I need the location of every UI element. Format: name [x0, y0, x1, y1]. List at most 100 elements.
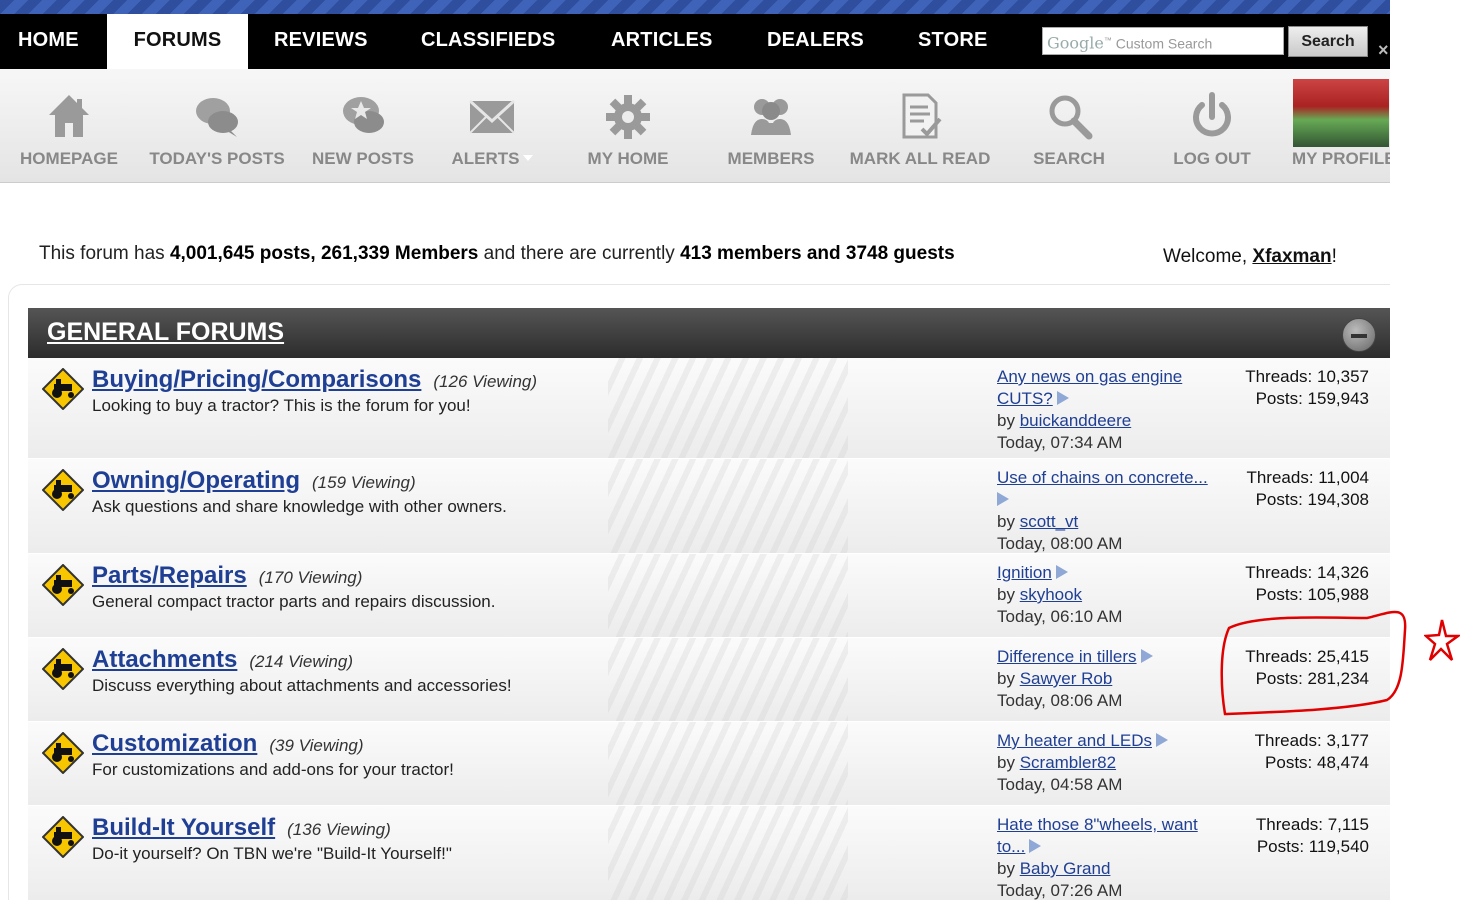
forum-title[interactable]: Parts/Repairs (170 Viewing): [92, 562, 362, 590]
chevron-down-icon: [522, 155, 533, 161]
tab-store[interactable]: STORE: [918, 14, 988, 69]
toolbar-todays-posts[interactable]: TODAY'S POSTS: [146, 69, 288, 183]
go-to-post-icon[interactable]: [997, 492, 1009, 506]
toolbar-mark-all-read[interactable]: MARK ALL READ: [846, 69, 994, 183]
toolbar-members[interactable]: MEMBERS: [720, 69, 822, 183]
toolbar-my-profile[interactable]: MY PROFILE: [1290, 69, 1390, 183]
forum-title-text[interactable]: Buying/Pricing/Comparisons: [92, 366, 421, 393]
last-post-link[interactable]: Any news on gas engine CUTS?: [997, 367, 1182, 408]
forum-title-text[interactable]: Customization: [92, 730, 257, 757]
section-header: GENERAL FORUMS: [28, 308, 1390, 358]
by-label: by: [997, 753, 1020, 772]
last-post-link[interactable]: Ignition: [997, 563, 1052, 582]
welcome-message: Welcome, Xfaxman!: [1163, 246, 1337, 268]
last-post-user[interactable]: skyhook: [1020, 585, 1082, 604]
tab-classifieds[interactable]: CLASSIFIEDS: [421, 14, 555, 69]
forum-title-text[interactable]: Attachments: [92, 646, 237, 673]
last-post-link[interactable]: Hate those 8"wheels, want to...: [997, 815, 1198, 856]
forum-title[interactable]: Build-It Yourself (136 Viewing): [92, 814, 391, 842]
toolbar-label: MARK ALL READ: [849, 149, 991, 168]
thread-count: Threads: 14,326: [1245, 563, 1369, 582]
tab-forums[interactable]: FORUMS: [107, 14, 248, 69]
go-to-post-icon[interactable]: [1140, 649, 1153, 663]
by-label: by: [997, 669, 1020, 688]
last-post-link[interactable]: My heater and LEDs: [997, 731, 1152, 750]
toolbar-label: MY PROFILE: [1292, 149, 1390, 168]
tab-home[interactable]: HOME: [18, 14, 79, 69]
tab-reviews[interactable]: REVIEWS: [274, 14, 368, 69]
forum-title-text[interactable]: Build-It Yourself: [92, 814, 275, 841]
last-post-user[interactable]: buickanddeere: [1020, 411, 1132, 430]
stats-prefix: This forum has: [39, 243, 170, 264]
go-to-post-icon[interactable]: [1056, 391, 1069, 405]
toolbar: HOMEPAGE TODAY'S POSTS NEW POSTS ALERTS …: [0, 69, 1390, 183]
toolbar-homepage[interactable]: HOMEPAGE: [14, 69, 124, 183]
tractor-sign-icon: [42, 732, 84, 774]
forum-description: Ask questions and share knowledge with o…: [92, 497, 507, 516]
forum-row: Owning/Operating (159 Viewing) Ask questi…: [28, 459, 1390, 553]
forum-row: Customization (39 Viewing) For customizat…: [28, 722, 1390, 805]
viewing-count: (39 Viewing): [269, 736, 364, 755]
search-placeholder: Custom Search: [1115, 35, 1213, 52]
star-chat-icon: [343, 97, 384, 133]
last-post-time: Today, 07:26 AM: [997, 881, 1123, 900]
close-icon[interactable]: ×: [1378, 40, 1389, 61]
thread-count: Threads: 10,357: [1245, 367, 1369, 386]
page: HOME FORUMS REVIEWS CLASSIFIEDS ARTICLES…: [0, 0, 1460, 900]
toolbar-log-out[interactable]: LOG OUT: [1166, 69, 1258, 183]
tractor-sign-icon: [42, 648, 84, 690]
toolbar-my-home[interactable]: MY HOME: [578, 69, 678, 183]
last-post-user[interactable]: Sawyer Rob: [1020, 669, 1113, 688]
by-label: by: [997, 585, 1020, 604]
search-button[interactable]: Search: [1288, 26, 1368, 57]
thread-count: Threads: 3,177: [1254, 731, 1369, 750]
toolbar-alerts[interactable]: ALERTS: [444, 69, 540, 183]
forum-stats: This forum has 4,001,645 posts, 261,339 …: [39, 243, 955, 265]
header-stripe: [0, 0, 1390, 14]
tab-articles[interactable]: ARTICLES: [611, 14, 713, 69]
red-circle-annotation: [1220, 610, 1407, 716]
go-to-post-icon[interactable]: [1055, 565, 1068, 579]
last-post-user[interactable]: Baby Grand: [1020, 859, 1111, 878]
last-post-time: Today, 06:10 AM: [997, 607, 1123, 626]
gear-icon: [606, 95, 650, 139]
last-post: Ignition by skyhook Today, 06:10 AM: [997, 562, 1229, 628]
toolbar-search[interactable]: SEARCH: [1026, 69, 1112, 183]
go-to-post-icon[interactable]: [1155, 733, 1168, 747]
last-post-link[interactable]: Use of chains on concrete...: [997, 468, 1208, 487]
collapse-icon[interactable]: [1342, 318, 1376, 352]
search-input[interactable]: Google™ Custom Search: [1042, 27, 1284, 55]
tractor-sign-icon: [42, 469, 84, 511]
tab-dealers[interactable]: DEALERS: [767, 14, 864, 69]
forum-title[interactable]: Attachments (214 Viewing): [92, 646, 353, 674]
envelope-icon: [468, 99, 516, 134]
last-post-user[interactable]: Scrambler82: [1020, 753, 1116, 772]
forum-title[interactable]: Owning/Operating (159 Viewing): [92, 467, 416, 495]
by-label: by: [997, 859, 1020, 878]
last-post-user[interactable]: scott_vt: [1020, 512, 1079, 531]
toolbar-label: SEARCH: [1033, 149, 1105, 168]
home-icon: [49, 95, 89, 137]
username-link[interactable]: Xfaxman: [1252, 246, 1331, 267]
forum-description: For customizations and add-ons for your …: [92, 760, 454, 779]
go-to-post-icon[interactable]: [1029, 839, 1042, 853]
toolbar-label: ALERTS: [444, 149, 540, 169]
section-title[interactable]: GENERAL FORUMS: [47, 318, 284, 347]
magnifier-icon: [1049, 95, 1093, 140]
by-label: by: [997, 512, 1020, 531]
toolbar-new-posts[interactable]: NEW POSTS: [310, 69, 416, 183]
star-annotation-icon: [1424, 619, 1460, 661]
thread-count: Threads: 7,115: [1255, 815, 1369, 834]
tractor-sign-icon: [42, 368, 84, 410]
forum-title-text[interactable]: Owning/Operating: [92, 467, 300, 494]
forum-title[interactable]: Buying/Pricing/Comparisons (126 Viewing): [92, 366, 537, 394]
tractor-sign-icon: [42, 564, 84, 606]
last-post-link[interactable]: Difference in tillers: [997, 647, 1137, 666]
forum-title[interactable]: Customization (39 Viewing): [92, 730, 364, 758]
forum-row: Parts/Repairs (170 Viewing) General compa…: [28, 554, 1390, 637]
forum-title-text[interactable]: Parts/Repairs: [92, 562, 247, 589]
forum-counts: Threads: 7,115 Posts: 119,540: [1256, 814, 1369, 858]
last-post-time: Today, 08:00 AM: [997, 534, 1123, 553]
thread-count: Threads: 11,004: [1246, 468, 1369, 487]
viewing-count: (159 Viewing): [312, 473, 416, 492]
